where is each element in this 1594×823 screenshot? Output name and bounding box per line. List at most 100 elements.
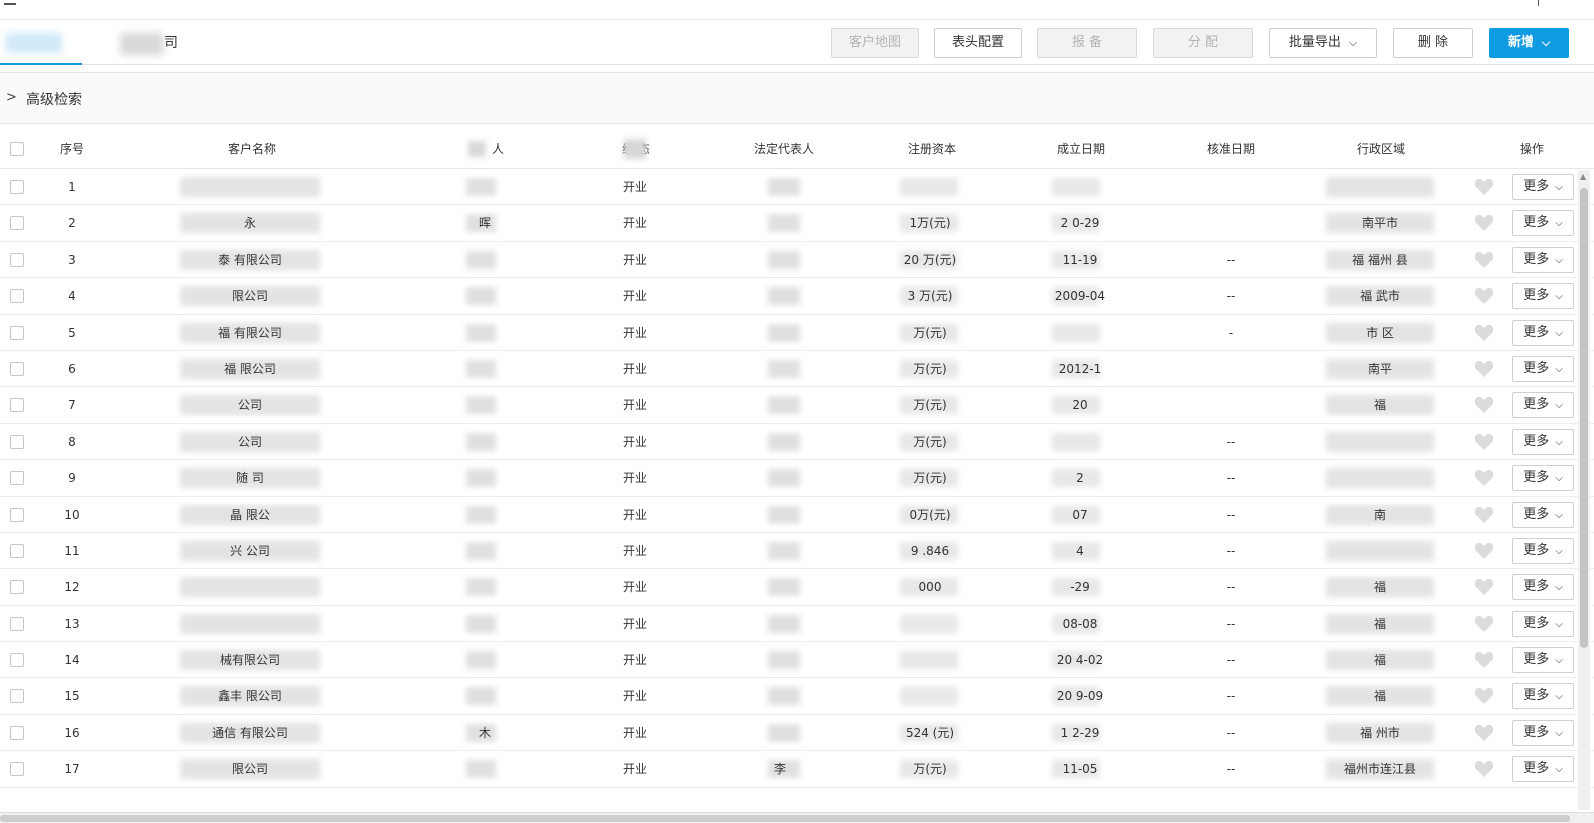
advanced-search-panel[interactable]: > 高级检索 xyxy=(0,72,1594,124)
table-row[interactable]: 8 公司 开业 万(元) -- 更多 ⌵ xyxy=(0,424,1594,461)
customer-map-button[interactable]: 客户地图 xyxy=(831,28,919,58)
row-checkbox[interactable] xyxy=(10,180,24,194)
tab-active[interactable] xyxy=(0,21,82,65)
table-row[interactable]: 13 开业 08-08 -- 福 更多 ⌵ xyxy=(0,606,1594,643)
redacted-area xyxy=(768,578,800,597)
favorite-heart-icon[interactable] xyxy=(1474,396,1494,414)
table-row[interactable]: 7 公司 开业 万(元) 20 福 更多 ⌵ xyxy=(0,387,1594,424)
table-row[interactable]: 1 开业 更多 ⌵ xyxy=(0,169,1594,206)
report-button[interactable]: 报 备 xyxy=(1037,28,1137,58)
cell-approved-text: -- xyxy=(1226,689,1236,704)
more-actions-button[interactable]: 更多 ⌵ xyxy=(1512,174,1574,200)
table-row[interactable]: 14 械有限公司 开业 20 4-02 -- 福 更多 ⌵ xyxy=(0,642,1594,679)
table-row[interactable]: 5 福 有限公司 开业 万(元) - 市 区 更多 ⌵ xyxy=(0,315,1594,351)
favorite-heart-icon[interactable] xyxy=(1474,433,1494,451)
table-row[interactable]: 3 泰 有限公司 开业 20 万(元) 11-19 -- 福 福州 县 更多 ⌵ xyxy=(0,242,1594,279)
row-checkbox[interactable] xyxy=(10,216,24,231)
row-checkbox[interactable] xyxy=(10,361,24,376)
table-row[interactable]: 12 开业 000 -29 -- 福 更多 ⌵ xyxy=(0,569,1594,606)
row-checkbox[interactable] xyxy=(10,725,24,740)
more-actions-button[interactable]: 更多 ⌵ xyxy=(1512,647,1574,674)
favorite-heart-icon[interactable] xyxy=(1474,360,1494,378)
redacted-area xyxy=(1052,178,1100,196)
more-actions-button[interactable]: 更多 ⌵ xyxy=(1512,355,1574,382)
hscroll-thumb[interactable] xyxy=(0,815,1570,822)
scroll-up-icon[interactable]: ▲ xyxy=(1580,172,1586,181)
favorite-heart-icon[interactable] xyxy=(1474,687,1494,705)
more-label: 更多 xyxy=(1523,506,1550,522)
col-person-label: 人 xyxy=(491,142,504,156)
table-row[interactable]: 17 限公司 开业 李 万(元) 11-05 -- 福州市连江县 更多 ⌵ xyxy=(0,751,1594,788)
more-actions-button[interactable]: 更多 ⌵ xyxy=(1512,246,1574,273)
favorite-heart-icon[interactable] xyxy=(1474,615,1494,633)
favorite-heart-icon[interactable] xyxy=(1474,251,1494,269)
table-row[interactable]: 9 随 司 开业 万(元) 2 -- 更多 ⌵ xyxy=(0,460,1594,497)
row-checkbox[interactable] xyxy=(10,252,24,267)
favorite-heart-icon[interactable] xyxy=(1474,287,1494,305)
horizontal-scrollbar[interactable] xyxy=(0,812,1594,823)
batch-export-button[interactable]: 批量导出 ⌵ xyxy=(1269,28,1377,58)
more-actions-button[interactable]: 更多 ⌵ xyxy=(1512,319,1574,346)
row-checkbox[interactable] xyxy=(10,543,24,558)
cell-status-text: 开业 xyxy=(622,398,647,413)
favorite-heart-icon[interactable] xyxy=(1474,760,1494,778)
row-checkbox[interactable] xyxy=(10,507,24,522)
table-row[interactable]: 16 通信 有限公司 木 开业 524 (元) 1 2-29 -- 福 州市 更多 ⌵ xyxy=(0,715,1594,752)
row-checkbox[interactable] xyxy=(10,289,24,304)
cell-capital: 0万(元) xyxy=(870,497,990,533)
favorite-heart-icon[interactable] xyxy=(1474,578,1494,596)
more-actions-button[interactable]: 更多 ⌵ xyxy=(1512,719,1574,746)
more-actions-button[interactable]: 更多 ⌵ xyxy=(1512,465,1574,492)
favorite-heart-icon[interactable] xyxy=(1474,724,1494,742)
add-button[interactable]: 新增 ⌵ xyxy=(1489,28,1569,58)
cell-status-text: 开业 xyxy=(622,325,647,340)
row-checkbox[interactable] xyxy=(10,616,24,631)
row-checkbox[interactable] xyxy=(10,398,24,413)
favorite-heart-icon[interactable] xyxy=(1474,469,1494,487)
more-actions-button[interactable]: 更多 ⌵ xyxy=(1512,574,1574,601)
window-menu-icon[interactable] xyxy=(4,3,16,5)
row-checkbox[interactable] xyxy=(10,471,24,486)
scroll-thumb[interactable] xyxy=(1580,188,1588,648)
cell-person-text: 晖 xyxy=(478,216,491,231)
more-actions-button[interactable]: 更多 ⌵ xyxy=(1512,501,1574,528)
table-row[interactable]: 2 永 晖 开业 1万(元) 2 0-29 南平市 更多 ⌵ xyxy=(0,205,1594,242)
row-checkbox[interactable] xyxy=(10,580,24,595)
col-legal-rep: 法定代表人 xyxy=(753,142,814,156)
header-config-button[interactable]: 表头配置 xyxy=(934,28,1022,58)
more-actions-button[interactable]: 更多 ⌵ xyxy=(1512,756,1574,783)
delete-button[interactable]: 删 除 xyxy=(1393,28,1473,58)
more-actions-button[interactable]: 更多 ⌵ xyxy=(1512,428,1574,455)
more-actions-button[interactable]: 更多 ⌵ xyxy=(1512,537,1574,564)
favorite-heart-icon[interactable] xyxy=(1474,214,1494,232)
more-actions-button[interactable]: 更多 ⌵ xyxy=(1512,392,1574,419)
row-checkbox[interactable] xyxy=(10,762,24,777)
favorite-heart-icon[interactable] xyxy=(1474,651,1494,669)
assign-button[interactable]: 分 配 xyxy=(1153,28,1253,58)
cell-region-text: 南 xyxy=(1373,507,1386,522)
table-row[interactable]: 6 福 限公司 开业 万(元) 2012-1 南平 更多 ⌵ xyxy=(0,351,1594,388)
table-row[interactable]: 11 兴 公司 开业 9 .846 4 -- 更多 ⌵ xyxy=(0,533,1594,570)
more-actions-button[interactable]: 更多 ⌵ xyxy=(1512,610,1574,637)
row-checkbox[interactable] xyxy=(10,653,24,668)
favorite-heart-icon[interactable] xyxy=(1474,506,1494,524)
table-row[interactable]: 4 限公司 开业 3 万(元) 2009-04 -- 福 武市 更多 ⌵ xyxy=(0,278,1594,315)
row-checkbox[interactable] xyxy=(10,325,24,340)
row-checkbox[interactable] xyxy=(10,434,24,449)
favorite-heart-icon[interactable] xyxy=(1474,542,1494,560)
cell-legal xyxy=(740,460,820,496)
vertical-scrollbar[interactable]: ▲ xyxy=(1578,170,1590,810)
select-all-checkbox[interactable] xyxy=(10,142,24,156)
cell-person xyxy=(450,569,520,605)
chevron-right-icon[interactable]: > xyxy=(6,90,17,105)
more-actions-button[interactable]: 更多 ⌵ xyxy=(1512,210,1574,237)
favorite-heart-icon[interactable] xyxy=(1474,178,1494,196)
table-row[interactable]: 10 晶 限公 开业 0万(元) 07 -- 南 更多 ⌵ xyxy=(0,497,1594,533)
more-actions-button[interactable]: 更多 ⌵ xyxy=(1512,683,1574,710)
cell-founded-text: 2 0-29 xyxy=(1060,216,1100,231)
more-actions-button[interactable]: 更多 ⌵ xyxy=(1512,283,1574,310)
row-checkbox[interactable] xyxy=(10,689,24,704)
favorite-heart-icon[interactable] xyxy=(1474,324,1494,342)
more-label: 更多 xyxy=(1523,724,1550,740)
table-row[interactable]: 15 鑫丰 限公司 开业 20 9-09 -- 福 更多 ⌵ xyxy=(0,678,1594,715)
